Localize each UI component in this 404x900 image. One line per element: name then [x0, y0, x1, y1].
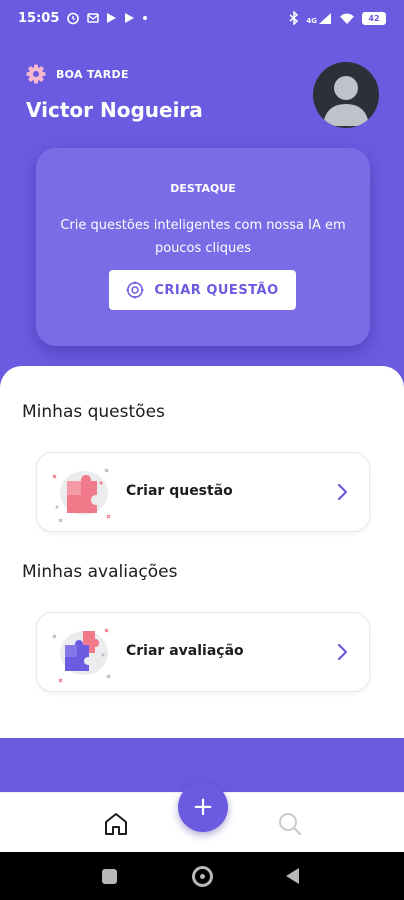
chevron-right-icon — [337, 643, 348, 661]
create-evaluation-card[interactable]: Criar avaliação — [36, 612, 370, 692]
play-store-icon-2 — [125, 13, 135, 23]
puzzle-pieces-illustration-icon — [52, 628, 111, 683]
user-name: Victor Nogueira — [26, 98, 203, 122]
chevron-right-icon — [337, 483, 348, 501]
status-bar: 15:05 4G 42 — [0, 0, 404, 36]
create-question-card[interactable]: Criar questão — [36, 452, 370, 532]
alarm-icon — [67, 12, 80, 25]
add-fab-button[interactable]: + — [178, 782, 228, 832]
ai-target-icon — [126, 281, 144, 299]
battery-level: 42 — [368, 13, 380, 23]
user-icon — [323, 76, 369, 126]
play-store-icon — [107, 13, 117, 23]
recents-icon[interactable] — [102, 869, 117, 884]
battery-icon: 42 — [362, 11, 386, 25]
search-icon[interactable] — [277, 811, 303, 837]
create-question-button-label: CRIAR QUESTÃO — [154, 282, 279, 298]
back-icon[interactable] — [286, 868, 299, 884]
signal-icon — [319, 12, 331, 24]
content-card: Minhas questões Criar questão Minhas ava… — [0, 366, 404, 738]
more-notifications-dot — [143, 16, 148, 20]
notification-app-icon — [87, 13, 100, 23]
puzzle-illustration-icon — [52, 468, 111, 523]
bluetooth-icon — [289, 11, 299, 25]
home-icon[interactable] — [103, 812, 129, 836]
network-type: 4G — [306, 16, 317, 25]
plus-icon: + — [192, 792, 214, 822]
create-evaluation-card-label: Criar avaliação — [126, 643, 244, 659]
create-question-card-label: Criar questão — [126, 483, 233, 499]
avatar[interactable] — [313, 62, 379, 128]
create-question-button[interactable]: CRIAR QUESTÃO — [109, 270, 296, 310]
status-time: 15:05 — [18, 10, 60, 26]
highlight-card: DESTAQUE Crie questões inteligentes com … — [36, 148, 370, 346]
greeting-text: BOA TARDE — [56, 67, 129, 81]
greeting-row: BOA TARDE — [26, 64, 129, 84]
my-questions-title: Minhas questões — [22, 402, 165, 422]
highlight-text: Crie questões inteligentes com nossa IA … — [60, 218, 346, 256]
system-nav-bar — [0, 852, 404, 900]
my-evaluations-title: Minhas avaliações — [22, 562, 178, 582]
wifi-icon — [340, 13, 354, 24]
system-home-icon[interactable] — [192, 866, 213, 887]
gear-icon[interactable] — [26, 64, 46, 84]
highlight-label: DESTAQUE — [170, 182, 236, 195]
